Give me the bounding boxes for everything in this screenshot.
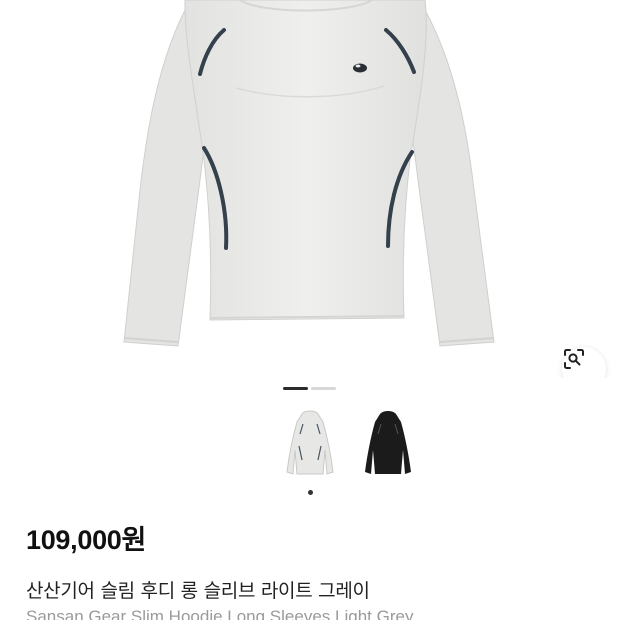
selected-color-indicator (308, 490, 313, 495)
product-title-korean: 산산기어 슬림 후디 롱 슬리브 라이트 그레이 (26, 580, 370, 602)
product-price: 109,000원 (26, 525, 147, 555)
color-option-light-grey[interactable] (285, 410, 335, 482)
light-grey-hoodie-thumbnail (286, 410, 334, 475)
gallery-pager (283, 387, 336, 390)
hoodie-main-image (123, 0, 495, 347)
product-title-english: Sansan Gear Slim Hoodie Long Sleeves Lig… (26, 607, 414, 620)
black-hoodie-thumbnail (365, 411, 411, 474)
pager-indicator[interactable] (311, 387, 336, 390)
color-option-black[interactable] (363, 410, 413, 482)
image-search-icon (564, 349, 584, 369)
product-image-gallery[interactable] (0, 0, 620, 378)
color-options (285, 410, 413, 482)
pager-indicator-active[interactable] (283, 387, 308, 390)
